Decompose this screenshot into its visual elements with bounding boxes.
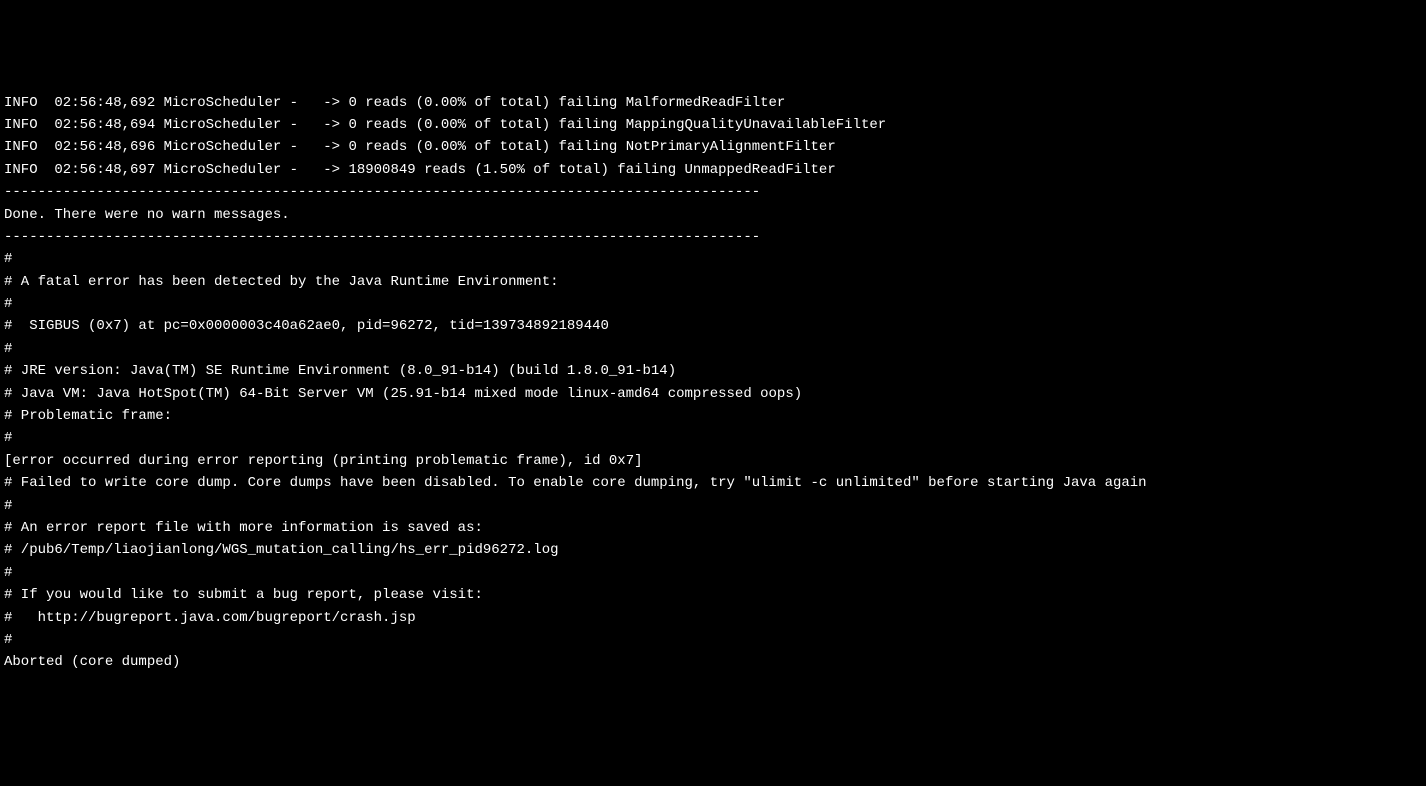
log-line: #	[4, 248, 1422, 270]
log-line: # An error report file with more informa…	[4, 517, 1422, 539]
log-line: # If you would like to submit a bug repo…	[4, 584, 1422, 606]
log-line: # Failed to write core dump. Core dumps …	[4, 472, 1422, 494]
log-line: #	[4, 629, 1422, 651]
separator-line: ----------------------------------------…	[4, 181, 1422, 203]
log-line: # http://bugreport.java.com/bugreport/cr…	[4, 607, 1422, 629]
log-line: #	[4, 562, 1422, 584]
log-line: #	[4, 338, 1422, 360]
log-line: # A fatal error has been detected by the…	[4, 271, 1422, 293]
log-line: INFO 02:56:48,697 MicroScheduler - -> 18…	[4, 159, 1422, 181]
log-line: INFO 02:56:48,696 MicroScheduler - -> 0 …	[4, 136, 1422, 158]
log-line: #	[4, 427, 1422, 449]
separator-line: ----------------------------------------…	[4, 226, 1422, 248]
log-line: # JRE version: Java(TM) SE Runtime Envir…	[4, 360, 1422, 382]
log-line: Aborted (core dumped)	[4, 651, 1422, 673]
log-line: # Problematic frame:	[4, 405, 1422, 427]
log-line: INFO 02:56:48,692 MicroScheduler - -> 0 …	[4, 92, 1422, 114]
terminal-output: INFO 02:56:48,692 MicroScheduler - -> 0 …	[4, 92, 1422, 674]
log-line: Done. There were no warn messages.	[4, 204, 1422, 226]
log-line: #	[4, 293, 1422, 315]
log-line: # Java VM: Java HotSpot(TM) 64-Bit Serve…	[4, 383, 1422, 405]
log-line: # SIGBUS (0x7) at pc=0x0000003c40a62ae0,…	[4, 315, 1422, 337]
log-line: # /pub6/Temp/liaojianlong/WGS_mutation_c…	[4, 539, 1422, 561]
log-line: #	[4, 495, 1422, 517]
log-line: [error occurred during error reporting (…	[4, 450, 1422, 472]
log-line: INFO 02:56:48,694 MicroScheduler - -> 0 …	[4, 114, 1422, 136]
